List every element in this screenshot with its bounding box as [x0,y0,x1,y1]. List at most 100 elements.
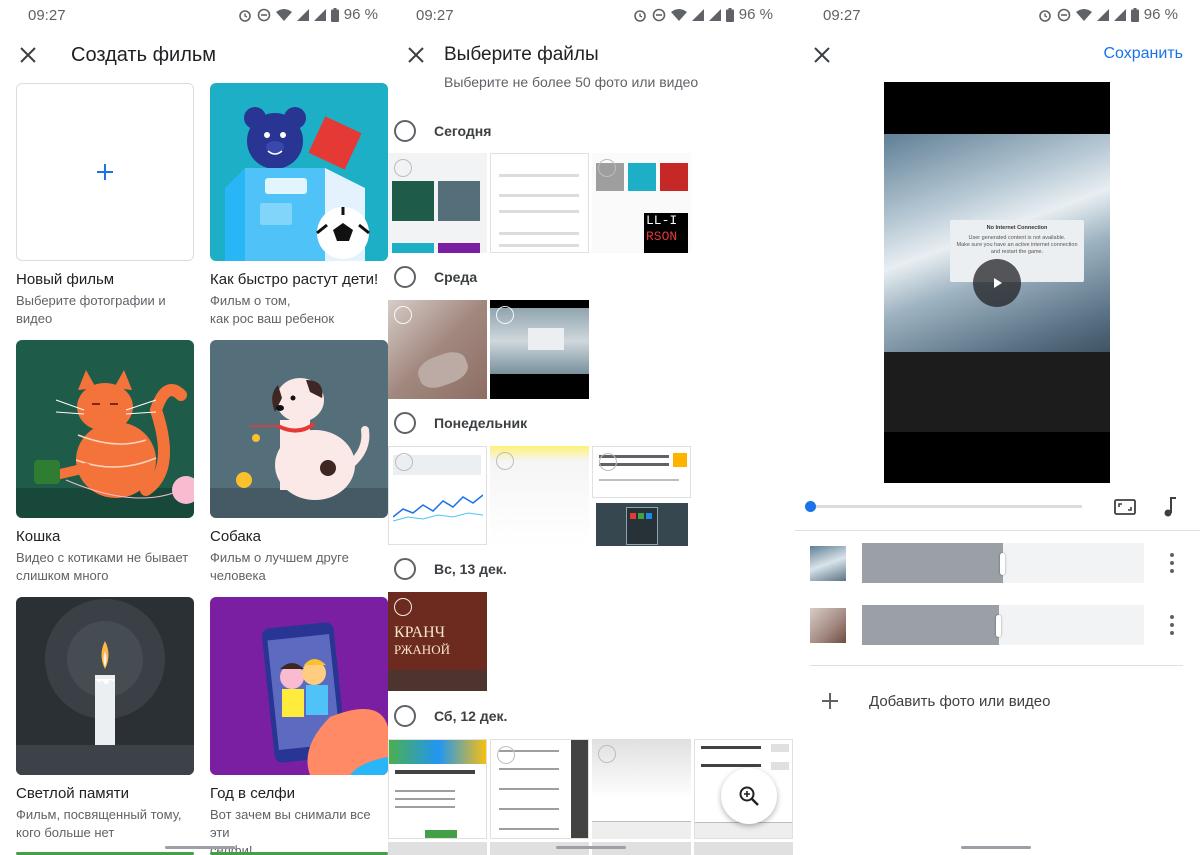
media-thumbnail[interactable] [388,446,487,545]
wifi-icon [670,8,687,21]
more-options-button[interactable] [1165,615,1179,635]
thumb-text: RSON [646,229,678,244]
clip-row[interactable] [810,543,1183,583]
clip-duration-fill [862,543,1003,583]
seek-bar[interactable] [805,501,1082,512]
signal-icon [1113,8,1126,21]
media-thumbnail[interactable] [490,739,589,839]
gesture-bar [556,846,626,849]
plus-icon [822,693,838,709]
select-all-radio[interactable] [394,266,416,288]
clip-trim-track[interactable] [862,605,1144,645]
section-header[interactable]: Сб, 12 дек. [394,705,507,727]
card-name: Новый фильм [16,271,115,288]
status-bar: 09:27 96 % [795,0,1200,30]
section-header[interactable]: Вс, 13 дек. [394,558,507,580]
add-media-button[interactable]: Добавить фото или видео [819,690,1051,712]
media-thumbnail[interactable] [694,842,793,855]
section-header[interactable]: Среда [394,266,477,288]
aspect-ratio-button[interactable] [1113,495,1137,524]
plus-icon [97,164,113,180]
select-all-radio[interactable] [394,705,416,727]
status-bar: 09:27 96 % [388,0,795,30]
media-thumbnail[interactable] [490,300,589,399]
status-time: 09:27 [416,7,454,24]
close-icon [20,47,36,63]
select-all-radio[interactable] [394,558,416,580]
card-name: Год в селфи [210,785,296,802]
clip-thumbnail [810,608,846,643]
signal-icon [313,8,326,21]
clip-row[interactable] [810,605,1183,645]
alarm-icon [238,9,251,22]
music-button[interactable] [1161,495,1181,524]
cat-illustration [16,340,194,518]
dnd-icon [1057,8,1071,21]
media-thumbnail[interactable] [592,446,691,498]
card-name: Собака [210,528,261,545]
candle-illustration [16,597,194,775]
thumb-dialog [528,328,564,350]
seek-thumb[interactable] [805,501,816,512]
card-description: Фильм о том, как рос ваш ребенок [210,293,335,326]
card-name: Кошка [16,528,61,545]
zoom-button[interactable] [721,768,777,824]
status-icons: 96 % [238,6,378,23]
media-thumbnail[interactable] [388,300,487,399]
page-subtitle: Выберите не более 50 фото или видео [444,74,699,90]
media-thumbnail[interactable] [490,446,589,545]
divider [795,530,1200,531]
divider [810,665,1183,666]
close-button[interactable] [14,41,42,69]
media-thumbnail[interactable]: КРАНЧ РЖАНОЙ [388,592,487,691]
gesture-bar [165,846,235,849]
template-card-dog[interactable]: Собака Фильм о лучшем друге человека [210,340,388,585]
battery-percent: 96 % [343,6,378,23]
section-label: Понедельник [434,415,528,431]
thumb-text: РЖАНОЙ [394,642,450,657]
more-options-button[interactable] [1165,553,1179,573]
media-thumbnail[interactable] [596,503,688,546]
signal-icon [691,8,704,21]
clip-trim-track[interactable] [862,543,1144,583]
dnd-icon [257,8,271,21]
status-icons: 96 % [633,6,773,23]
card-description: Видео с котиками не бывает слишком много [16,550,189,583]
select-all-radio[interactable] [394,412,416,434]
media-thumbnail[interactable]: LL-I RSON [592,153,691,253]
dialog-title: No Internet Connection [986,225,1048,231]
page-title: Создать фильм [71,44,217,66]
media-thumbnail[interactable] [388,153,487,253]
create-movie-screen: 09:27 96 % Создать фильм Новый фильм Выб… [0,0,400,855]
media-thumbnail[interactable] [388,739,487,839]
save-button[interactable]: Сохранить [1103,45,1183,63]
media-thumbnail[interactable] [490,153,589,253]
media-thumbnail[interactable] [388,842,487,855]
signal-icon [1096,8,1109,21]
template-card-kids[interactable]: Как быстро растут дети! Фильм о том, как… [210,83,388,328]
card-name: Светлой памяти [16,785,129,802]
section-label: Вс, 13 дек. [434,561,507,577]
battery-percent: 96 % [738,6,773,23]
play-button[interactable] [973,259,1021,307]
card-name: Как быстро растут дети! [210,271,379,288]
status-time: 09:27 [823,7,861,24]
section-header[interactable]: Сегодня [394,120,491,142]
template-card-selfie[interactable]: Год в селфи Вот зачем вы снимали все эти… [210,597,388,855]
add-media-label: Добавить фото или видео [869,692,1051,710]
close-button[interactable] [402,41,430,69]
section-header[interactable]: Понедельник [394,412,527,434]
template-card-memory[interactable]: Светлой памяти Фильм, посвященный тому, … [16,597,194,842]
close-button[interactable] [808,41,836,69]
template-card-new-movie[interactable]: Новый фильм Выберите фотографии и видео [16,83,194,328]
battery-icon [330,7,339,22]
select-all-radio[interactable] [394,120,416,142]
media-thumbnail[interactable] [592,739,691,839]
status-icons: 96 % [1038,6,1178,23]
aspect-ratio-icon [1114,499,1136,515]
close-icon [814,47,830,63]
template-card-cat[interactable]: Кошка Видео с котиками не бывает слишком… [16,340,194,585]
trim-handle[interactable] [995,615,1001,637]
video-preview[interactable]: No Internet Connection User generated co… [884,82,1110,483]
trim-handle[interactable] [1000,553,1005,575]
